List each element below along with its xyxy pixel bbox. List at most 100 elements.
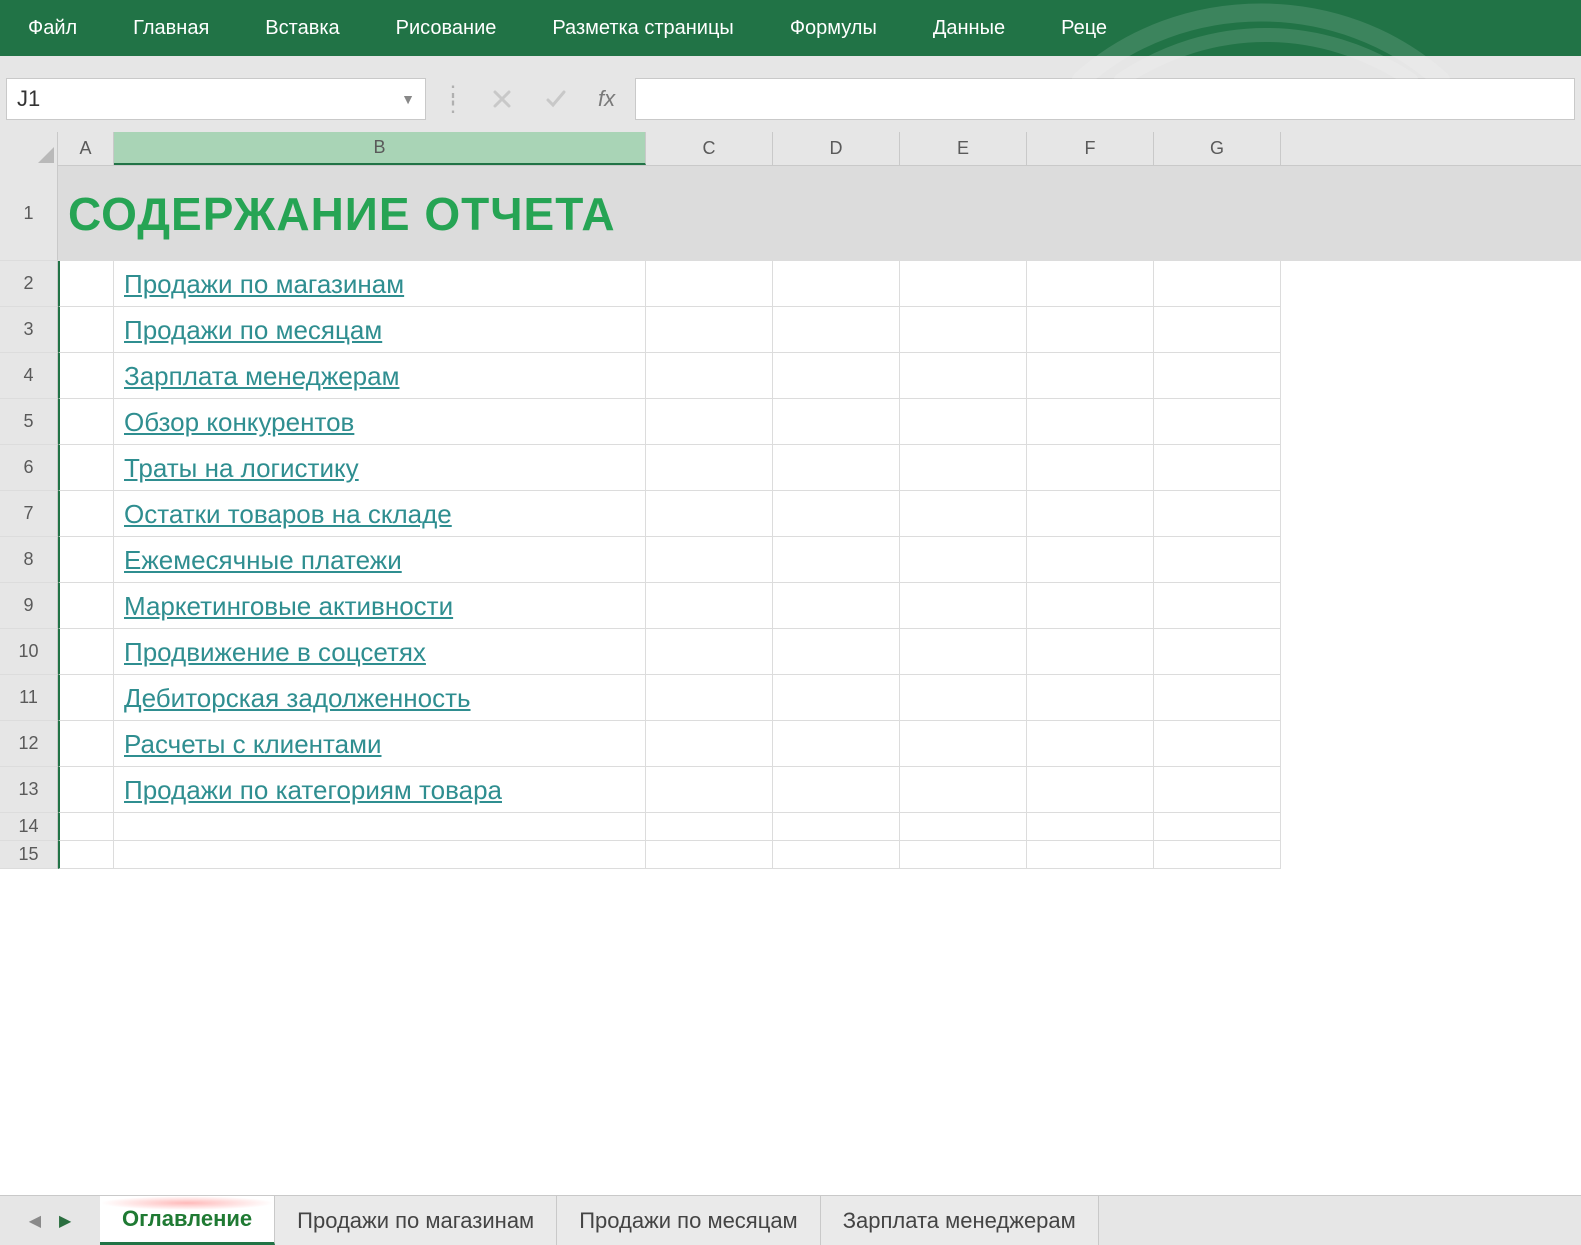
cell[interactable] (1154, 445, 1281, 491)
toc-link[interactable]: Зарплата менеджерам (124, 361, 399, 392)
cell[interactable] (900, 841, 1027, 869)
cell[interactable] (1027, 307, 1154, 353)
formula-bar-handle-icon[interactable]: ⋮⋮ (436, 89, 470, 109)
cell[interactable] (1027, 583, 1154, 629)
row-header[interactable]: 13 (0, 767, 58, 813)
cell[interactable] (646, 813, 773, 841)
cell[interactable] (1027, 399, 1154, 445)
cell[interactable] (1154, 583, 1281, 629)
row-header[interactable]: 10 (0, 629, 58, 675)
cell[interactable] (646, 675, 773, 721)
cell[interactable] (58, 445, 114, 491)
cell[interactable] (1154, 813, 1281, 841)
cell[interactable] (1027, 675, 1154, 721)
row-header[interactable]: 1 (0, 166, 58, 261)
toc-link[interactable]: Продвижение в соцсетях (124, 637, 426, 668)
cell[interactable] (1154, 353, 1281, 399)
cell[interactable] (58, 399, 114, 445)
row-header[interactable]: 4 (0, 353, 58, 399)
cell[interactable] (900, 767, 1027, 813)
column-header[interactable]: F (1027, 132, 1154, 165)
ribbon-tab[interactable]: Вставка (237, 0, 367, 56)
row-header[interactable]: 5 (0, 399, 58, 445)
ribbon-tab[interactable]: Разметка страницы (524, 0, 761, 56)
cell[interactable] (773, 445, 900, 491)
ribbon-tab[interactable]: Формулы (762, 0, 905, 56)
ribbon-tab[interactable]: Данные (905, 0, 1033, 56)
cell[interactable] (773, 675, 900, 721)
select-all-button[interactable] (0, 132, 58, 166)
cell[interactable] (900, 307, 1027, 353)
cell[interactable] (773, 767, 900, 813)
row-header[interactable]: 12 (0, 721, 58, 767)
cell[interactable] (58, 721, 114, 767)
cell[interactable] (58, 767, 114, 813)
tab-next-icon[interactable]: ▶ (59, 1211, 71, 1231)
row-header[interactable]: 11 (0, 675, 58, 721)
cell[interactable] (646, 307, 773, 353)
row-header[interactable]: 9 (0, 583, 58, 629)
row-header[interactable]: 15 (0, 841, 58, 869)
cell[interactable] (646, 445, 773, 491)
cell[interactable] (114, 841, 646, 869)
cell[interactable] (114, 813, 646, 841)
cell[interactable] (1027, 629, 1154, 675)
column-header[interactable]: G (1154, 132, 1281, 165)
column-header[interactable]: A (58, 132, 114, 165)
cell[interactable] (58, 583, 114, 629)
row-header[interactable]: 14 (0, 813, 58, 841)
cell[interactable] (646, 491, 773, 537)
cell[interactable] (58, 261, 114, 307)
cell[interactable] (900, 491, 1027, 537)
cell[interactable] (773, 629, 900, 675)
row-header[interactable]: 3 (0, 307, 58, 353)
cell[interactable] (773, 721, 900, 767)
cell[interactable] (1027, 841, 1154, 869)
toc-link[interactable]: Продажи по магазинам (124, 269, 404, 300)
cell[interactable] (58, 841, 114, 869)
row-header[interactable]: 6 (0, 445, 58, 491)
cell[interactable] (1027, 261, 1154, 307)
cell[interactable] (646, 399, 773, 445)
toc-link[interactable]: Расчеты с клиентами (124, 729, 382, 760)
cell[interactable] (1027, 537, 1154, 583)
cell[interactable] (58, 537, 114, 583)
toc-link[interactable]: Траты на логистику (124, 453, 359, 484)
sheet-tab[interactable]: Продажи по магазинам (275, 1196, 557, 1245)
cell[interactable] (900, 399, 1027, 445)
cell[interactable] (773, 261, 900, 307)
toc-link[interactable]: Остатки товаров на складе (124, 499, 452, 530)
cell[interactable] (773, 307, 900, 353)
row-header[interactable]: 2 (0, 261, 58, 307)
ribbon-tab[interactable]: Рисование (368, 0, 525, 56)
cell[interactable] (1154, 721, 1281, 767)
cell[interactable] (646, 353, 773, 399)
row-header[interactable]: 8 (0, 537, 58, 583)
toc-link[interactable]: Маркетинговые активности (124, 591, 453, 622)
cell[interactable] (1154, 307, 1281, 353)
formula-input[interactable] (635, 78, 1575, 120)
name-box-dropdown-icon[interactable]: ▼ (401, 91, 415, 107)
ribbon-tab[interactable]: Реце (1033, 0, 1135, 56)
column-header[interactable]: C (646, 132, 773, 165)
cell[interactable] (773, 353, 900, 399)
cell[interactable] (1027, 445, 1154, 491)
toc-link[interactable]: Продажи по категориям товара (124, 775, 502, 806)
cell[interactable] (900, 353, 1027, 399)
cell[interactable] (900, 537, 1027, 583)
sheet-tab[interactable]: Оглавление (100, 1196, 275, 1245)
cell[interactable] (773, 537, 900, 583)
toc-link[interactable]: Дебиторская задолженность (124, 683, 471, 714)
cell[interactable] (1027, 721, 1154, 767)
cell[interactable] (1154, 841, 1281, 869)
cell[interactable] (58, 629, 114, 675)
cell[interactable] (646, 629, 773, 675)
cell[interactable] (773, 813, 900, 841)
cell[interactable] (1154, 491, 1281, 537)
ribbon-tab[interactable]: Главная (105, 0, 237, 56)
cell[interactable] (773, 583, 900, 629)
cell[interactable] (1154, 399, 1281, 445)
cell[interactable] (773, 841, 900, 869)
sheet-tab[interactable]: Зарплата менеджерам (821, 1196, 1099, 1245)
toc-link[interactable]: Обзор конкурентов (124, 407, 354, 438)
